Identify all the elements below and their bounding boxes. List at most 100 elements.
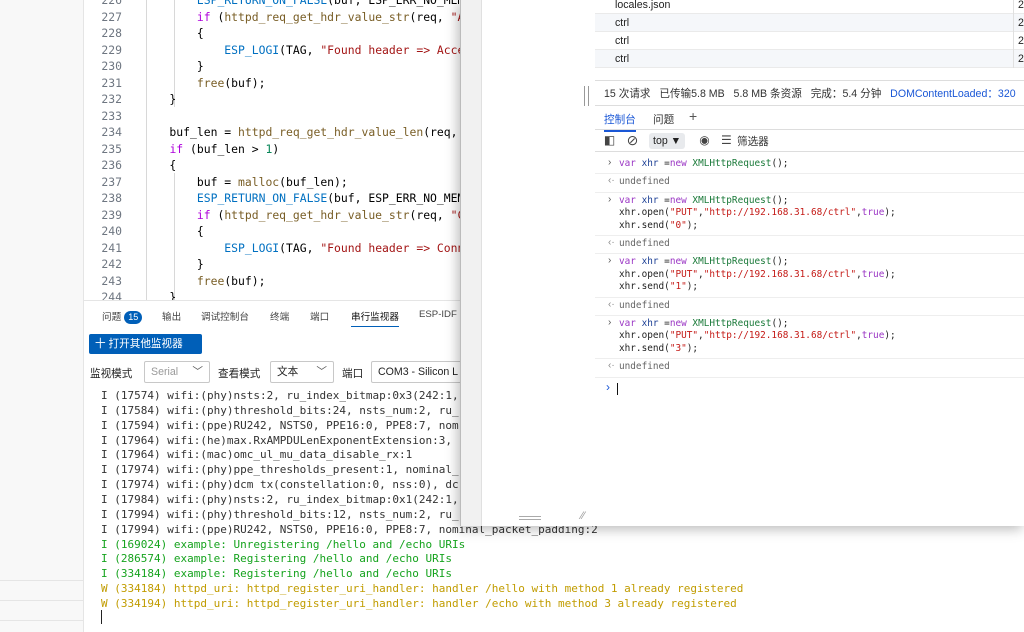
code-text: if (httpd_req_get_hdr_value_str(req, "Co (196, 207, 460, 222)
text-cursor (617, 383, 618, 395)
monitor-mode-select[interactable]: Serial ﹀ (144, 361, 210, 383)
console-output[interactable]: › var xhr =new XMLHttpRequest(); ‹· undefin… (595, 152, 1024, 526)
code-text: } (142, 92, 177, 106)
network-row[interactable]: locales.json 20 (595, 0, 1024, 14)
console-text: var xhr =new XMLHttpRequest(); xhr.open(… (619, 256, 896, 293)
code-text: ESP_LOGI(TAG, "Found header => Conne (224, 240, 460, 255)
filter-input[interactable]: 筛选器 (737, 134, 769, 149)
add-tab-icon[interactable]: + (689, 108, 697, 124)
code-line: 229 ESP_LOGI(TAG, "Found header => Accep (84, 42, 460, 59)
finish-time: 完成：5.4 分钟 (810, 88, 882, 100)
panel-tab[interactable]: 输出 (162, 309, 181, 323)
chevron-down-icon: ﹀ (192, 366, 203, 378)
network-row[interactable]: ctrl 20 (595, 32, 1024, 50)
panel-tab[interactable]: ESP-IDF (419, 309, 457, 320)
code-line: 240 { (84, 223, 460, 240)
network-row[interactable]: ctrl 20 (595, 50, 1024, 68)
divider (0, 620, 84, 621)
panel-tab[interactable]: 端口 (310, 309, 329, 323)
network-row[interactable]: ctrl 20 (595, 14, 1024, 32)
code-text: } (142, 257, 204, 271)
line-number: 227 (101, 9, 122, 24)
line-number: 244 (101, 290, 122, 300)
code-text: ESP_RETURN_ON_FALSE(buf, ESP_ERR_NO_MEM, (196, 191, 460, 205)
log-line: I (17574) wifi:(phy)nsts:2, ru_index_bit… (101, 389, 459, 402)
log-line: I (169024) example: Unregistering /hello… (101, 537, 466, 551)
console-input-entry: › var xhr =new XMLHttpRequest(); (595, 156, 1024, 175)
port-select[interactable]: COM3 - Silicon L (371, 361, 471, 383)
request-status: 20 (1013, 32, 1024, 50)
chevron-down-icon: ﹀ (316, 366, 327, 378)
transferred-size: 已传输5.8 MB (659, 88, 725, 100)
input-chevron-icon: › (608, 317, 612, 328)
log-line: I (286574) example: Registering /hello a… (101, 552, 452, 566)
code-text: if (httpd_req_get_hdr_value_str(req, "Ac (196, 9, 460, 24)
console-text: undefined (619, 361, 670, 373)
log-line: I (17584) wifi:(phy)threshold_bits:24, n… (101, 403, 459, 417)
splitter-handle-icon[interactable] (584, 86, 589, 106)
context-select[interactable]: top ▼ (649, 133, 686, 149)
console-result-entry: ‹· undefined (595, 359, 1024, 378)
sidebar-toggle-icon[interactable]: ◧ (603, 134, 616, 147)
code-line: 244 } (84, 289, 460, 300)
log-line: I (334184) example: Registering /hello a… (101, 567, 452, 581)
code-text: free(buf); (196, 75, 266, 90)
log-line: I (17594) wifi:(ppe)RU242, NSTS0, PPE16:… (101, 418, 459, 432)
panel-tab-label: 终端 (270, 312, 290, 323)
request-status: 20 (1013, 14, 1024, 32)
console-result-entry: ‹· undefined (595, 236, 1024, 255)
divider (0, 600, 84, 601)
resource-size: 5.8 MB 条资源 (733, 88, 802, 100)
line-number: 233 (101, 108, 122, 123)
code-line: 238 ESP_RETURN_ON_FALSE(buf, ESP_ERR_NO_… (84, 190, 460, 207)
code-text: } (142, 290, 177, 300)
line-number: 236 (101, 158, 122, 172)
code-editor[interactable]: 226 ESP_RETURN_ON_FALSE(buf, ESP_ERR_NO_… (84, 0, 460, 300)
line-number: 235 (101, 141, 122, 156)
tab-console[interactable]: 控制台 (604, 112, 636, 132)
code-line: 228 { (84, 25, 460, 42)
panel-tab[interactable]: 问题 15 (102, 309, 143, 324)
result-arrow-icon: ‹· (608, 360, 615, 372)
code-text: ESP_LOGI(TAG, "Found header => Accep (224, 42, 460, 57)
log-line: I (17994) wifi:(phy)threshold_bits:12, n… (101, 507, 459, 521)
console-text: undefined (619, 176, 670, 188)
eye-icon[interactable]: ◉ (698, 134, 711, 147)
prompt-arrow-icon: › (606, 380, 610, 394)
panel-tab[interactable]: 串行监视器 (351, 309, 399, 327)
code-text: { (142, 158, 177, 172)
code-text: free(buf); (196, 273, 266, 288)
panel-tab[interactable]: 终端 (270, 309, 289, 323)
line-number: 229 (101, 42, 122, 57)
open-other-monitor-button[interactable]: 十 打开其他监视器 (89, 334, 202, 354)
devtools-window: ⁄⁄ locales.json 20 ctrl 20 ctrl 20 ctrl 20 15 次… (460, 0, 1024, 526)
resize-grip-icon[interactable]: ⁄⁄ (581, 510, 585, 522)
request-name: ctrl (615, 35, 630, 47)
panel-tab[interactable]: 调试控制台 (201, 309, 249, 323)
line-number: 237 (101, 174, 122, 189)
log-line: I (17974) wifi:(phy)ppe_thresholds_prese… (101, 463, 459, 477)
result-arrow-icon: ‹· (608, 175, 615, 187)
side-pane-content (481, 0, 595, 526)
code-line: 227 if (httpd_req_get_hdr_value_str(req,… (84, 9, 460, 26)
console-prompt[interactable]: › (595, 380, 1024, 398)
line-number: 228 (101, 26, 122, 40)
request-name: locales.json (615, 0, 671, 11)
log-line: I (17974) wifi:(phy)dcm tx(constellation… (101, 478, 459, 492)
log-line: I (17964) wifi:(mac)omc_ul_mu_data_disab… (101, 448, 413, 462)
view-mode-select[interactable]: 文本 ﹀ (270, 361, 334, 383)
console-input-entry: › var xhr =new XMLHttpRequest(); xhr.open… (595, 254, 1024, 298)
console-result-entry: ‹· undefined (595, 298, 1024, 316)
code-line: 242 } (84, 256, 460, 273)
console-text: var xhr =new XMLHttpRequest(); xhr.open(… (619, 194, 896, 231)
result-arrow-icon: ‹· (608, 298, 615, 310)
drag-handle-icon[interactable] (519, 516, 541, 520)
log-line: I (17984) wifi:(phy)nsts:2, ru_index_bit… (101, 492, 459, 506)
clear-console-icon[interactable]: ⊘ (626, 133, 639, 147)
devtools-side-pane: ⁄⁄ (461, 0, 595, 526)
input-chevron-icon: › (608, 193, 612, 205)
log-line: I (17964) wifi:(he)max.RxAMPDULenExponen… (101, 433, 452, 447)
tab-issues[interactable]: 问题 (653, 112, 674, 127)
port-label: 端口 (342, 368, 364, 380)
filter-icon[interactable]: ☰ (721, 134, 732, 147)
